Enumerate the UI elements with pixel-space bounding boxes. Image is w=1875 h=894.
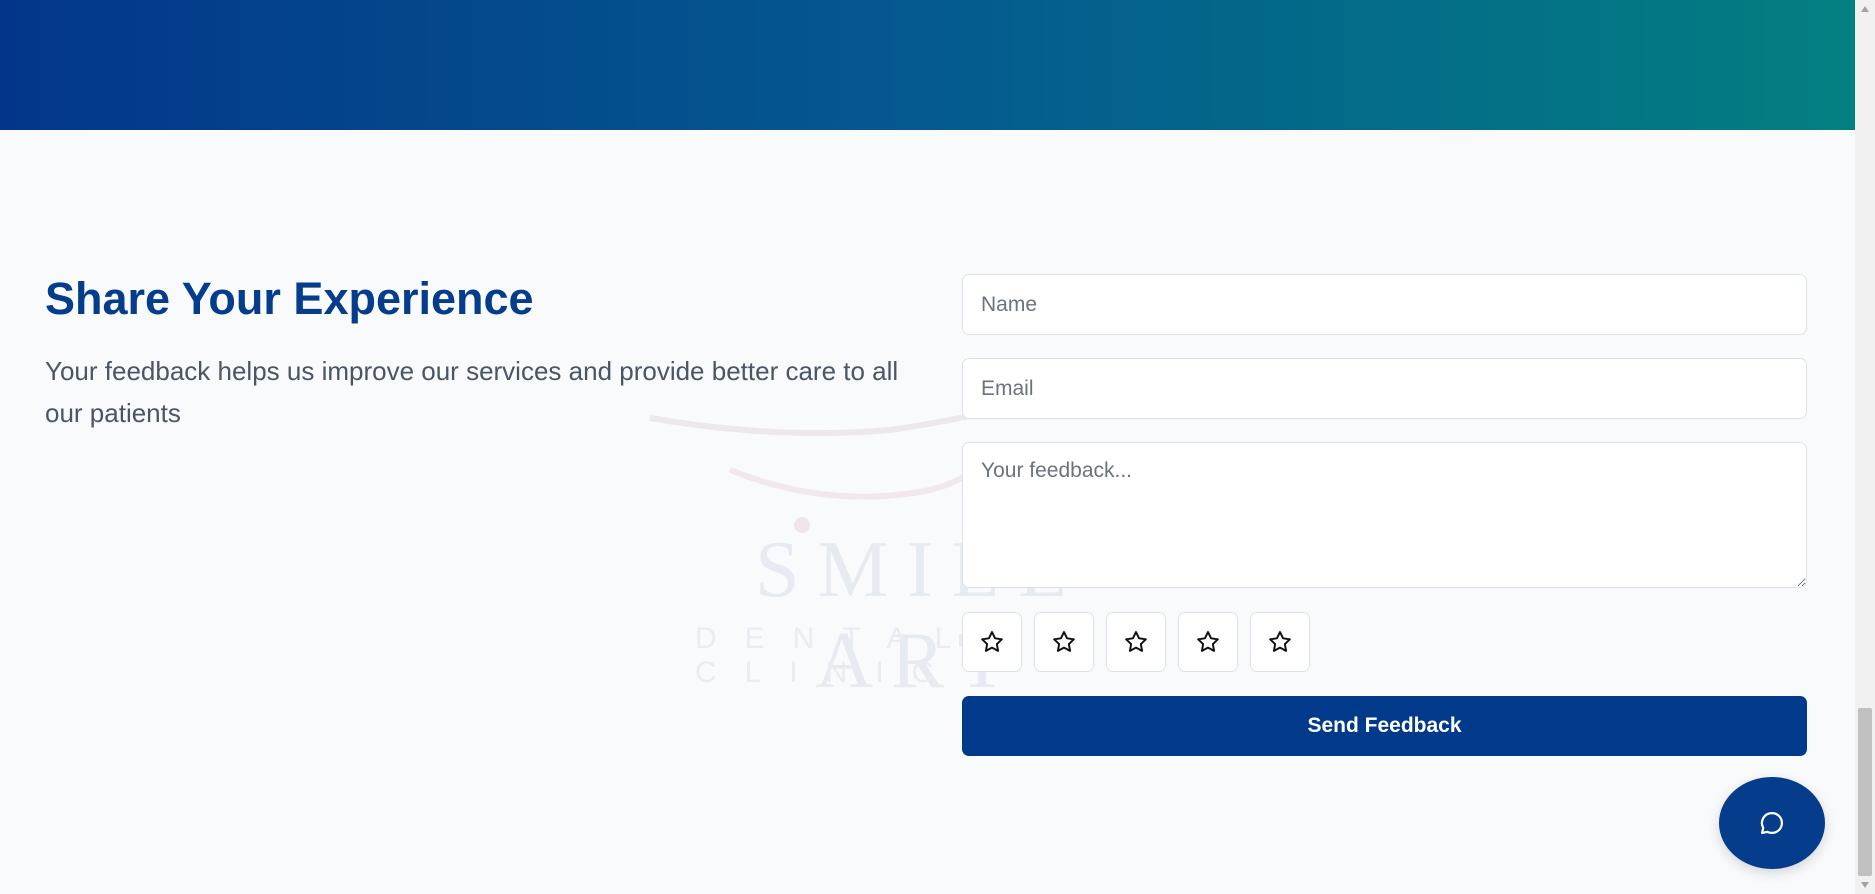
scrollbar-thumb[interactable]: [1858, 708, 1872, 876]
star-rating-button-3[interactable]: [1106, 612, 1166, 672]
page: SMILE ART DENTAL CLINIC Share Your Exper…: [0, 0, 1855, 894]
chat-bubble-icon: [1760, 811, 1784, 835]
star-rating-button-4[interactable]: [1178, 612, 1238, 672]
hero-gradient-band: [0, 0, 1855, 130]
name-input[interactable]: [962, 274, 1807, 335]
email-input[interactable]: [962, 358, 1807, 419]
feedback-textarea[interactable]: [962, 442, 1807, 588]
star-outline-icon: [981, 631, 1003, 652]
star-rating: [962, 612, 1807, 672]
star-outline-icon: [1197, 631, 1219, 652]
star-rating-button-5[interactable]: [1250, 612, 1310, 672]
star-rating-button-2[interactable]: [1034, 612, 1094, 672]
vertical-scrollbar[interactable]: [1855, 0, 1875, 894]
chat-button[interactable]: [1719, 777, 1825, 869]
feedback-form: Send Feedback: [962, 274, 1807, 756]
star-outline-icon: [1053, 631, 1075, 652]
section-title: Share Your Experience: [45, 273, 534, 324]
star-outline-icon: [1269, 631, 1291, 652]
scroll-down-arrow-icon[interactable]: [1855, 876, 1875, 894]
feedback-intro: Share Your Experience Your feedback help…: [45, 272, 915, 434]
star-outline-icon: [1125, 631, 1147, 652]
send-feedback-button[interactable]: Send Feedback: [962, 696, 1807, 756]
star-rating-button-1[interactable]: [962, 612, 1022, 672]
scroll-up-arrow-icon[interactable]: [1855, 0, 1875, 18]
section-subtitle: Your feedback helps us improve our servi…: [45, 356, 899, 428]
